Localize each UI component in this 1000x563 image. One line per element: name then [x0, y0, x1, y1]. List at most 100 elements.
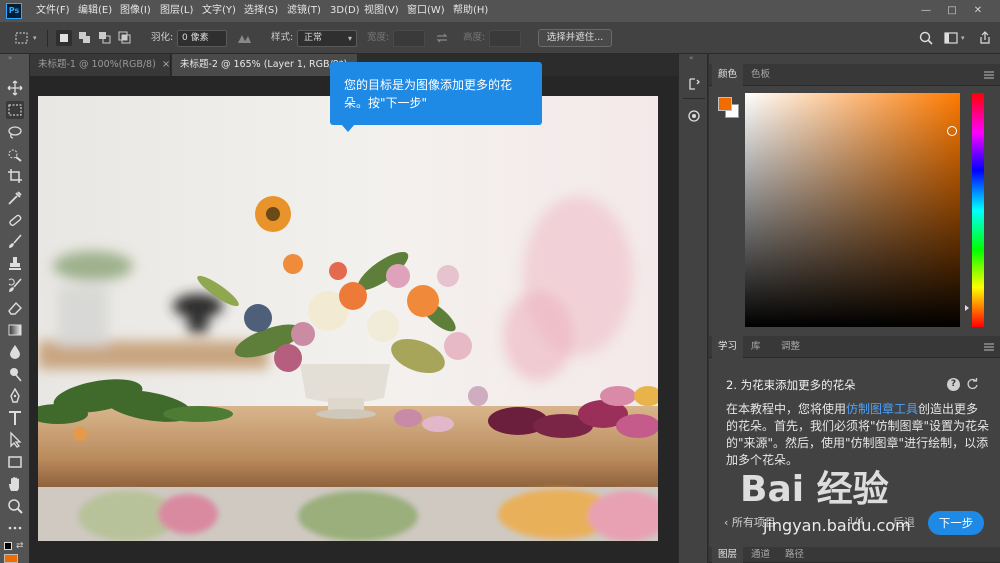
divider [47, 30, 48, 47]
feather-label: 羽化: [151, 32, 174, 43]
search-icon[interactable] [918, 30, 934, 46]
flower-arrangement-photo [38, 96, 658, 541]
hue-slider[interactable] [972, 93, 984, 327]
photoshop-logo: Ps [6, 3, 22, 19]
menu-edit[interactable]: 编辑(E) [78, 0, 112, 22]
menu-image[interactable]: 图像(I) [120, 0, 151, 22]
crop-tool-icon[interactable] [6, 167, 24, 185]
properties-panel-icon[interactable] [686, 108, 702, 124]
workspace-icon[interactable] [943, 30, 959, 46]
feather-input[interactable]: 0 像素 [177, 30, 227, 47]
tab-title: 未标题-2 @ 165% (Layer 1, RGB/8*) [180, 59, 348, 70]
history-brush-tool-icon[interactable] [6, 277, 24, 295]
new-selection-icon[interactable] [56, 30, 72, 46]
chevron-down-icon[interactable]: ▾ [33, 34, 37, 42]
width-label: 宽度: [367, 32, 390, 43]
minimize-button[interactable]: — [916, 2, 936, 20]
tab-paths[interactable]: 路径 [785, 547, 804, 563]
tab-color[interactable]: 颜色 [712, 64, 744, 86]
share-icon[interactable] [977, 30, 993, 46]
hand-tool-icon[interactable] [6, 475, 24, 493]
next-button[interactable]: 下一步 [928, 511, 984, 535]
zoom-tool-icon[interactable] [6, 497, 24, 515]
style-select-value: 正常 [304, 33, 323, 43]
chevron-left-icon: ‹ [724, 516, 732, 529]
tab-document-1[interactable]: 未标题-1 @ 100%(RGB/8) × [30, 54, 171, 76]
color-picker-cursor[interactable] [947, 126, 957, 136]
eraser-tool-icon[interactable] [6, 299, 24, 317]
foreground-color-swatch[interactable] [4, 554, 18, 563]
eyedropper-tool-icon[interactable] [6, 189, 24, 207]
rectangle-tool-icon[interactable] [6, 453, 24, 471]
rectangular-marquee-tool-icon[interactable] [6, 101, 24, 119]
healing-brush-tool-icon[interactable] [6, 211, 24, 229]
more-tools-icon[interactable] [6, 519, 24, 537]
lasso-tool-icon[interactable] [6, 123, 24, 141]
tab-layers[interactable]: 图层 [712, 547, 744, 563]
subtract-selection-icon[interactable] [97, 30, 113, 46]
tab-libraries[interactable]: 库 [751, 336, 761, 358]
menu-select[interactable]: 选择(S) [244, 0, 278, 22]
color-picker-field[interactable] [745, 93, 960, 327]
swap-dimensions-icon[interactable] [434, 30, 450, 46]
tutorial-description: 在本教程中，您将使用仿制图章工具创造出更多的花朵。首先，我们必须将"仿制图章"设… [726, 401, 990, 469]
collapsed-panel-dock: « [678, 54, 708, 563]
collapse-icon[interactable]: « [689, 54, 693, 62]
pen-tool-icon[interactable] [6, 387, 24, 405]
menu-window[interactable]: 窗口(W) [407, 0, 445, 22]
intersect-selection-icon[interactable] [117, 30, 133, 46]
path-selection-tool-icon[interactable] [6, 431, 24, 449]
menu-file[interactable]: 文件(F) [36, 0, 70, 22]
menu-filter[interactable]: 滤镜(T) [287, 0, 321, 22]
panel-menu-icon[interactable] [983, 69, 995, 81]
height-label: 高度: [463, 32, 486, 43]
menu-view[interactable]: 视图(V) [364, 0, 399, 22]
tab-title: 未标题-1 @ 100%(RGB/8) [38, 59, 156, 70]
menu-3d[interactable]: 3D(D) [330, 0, 360, 22]
reset-icon[interactable] [966, 378, 979, 391]
quick-selection-tool-icon[interactable] [6, 145, 24, 163]
style-select[interactable]: 正常 ▾ [297, 30, 357, 47]
blur-tool-icon[interactable] [6, 343, 24, 361]
chevron-down-icon[interactable]: ▾ [961, 34, 965, 42]
document-canvas-image[interactable] [38, 96, 658, 541]
divider [683, 98, 705, 99]
chevron-down-icon: ▾ [347, 34, 352, 43]
panel-menu-icon[interactable] [983, 341, 995, 353]
move-tool-icon[interactable] [6, 79, 24, 97]
tutorial-tooltip: 您的目标是为图像添加更多的花朵。按"下一步" [330, 62, 542, 125]
clone-stamp-tool-link[interactable]: 仿制图章工具 [846, 402, 918, 416]
height-input[interactable] [489, 30, 521, 47]
tab-swatches[interactable]: 色板 [751, 64, 770, 86]
tools-panel: » ⇄ [0, 54, 30, 563]
close-tab-icon[interactable]: × [162, 59, 170, 70]
type-tool-icon[interactable] [6, 409, 24, 427]
swap-colors-icon[interactable]: ⇄ [16, 541, 24, 551]
tab-adjustments[interactable]: 调整 [781, 336, 800, 358]
gradient-tool-icon[interactable] [6, 321, 24, 339]
collapse-icon[interactable]: » [8, 54, 12, 62]
style-label: 样式: [271, 32, 294, 43]
close-window-button[interactable]: ✕ [968, 2, 988, 20]
clone-stamp-tool-icon[interactable] [6, 255, 24, 273]
watermark-url: jingyan.baidu.com [763, 516, 911, 535]
hue-slider-handle[interactable] [965, 305, 969, 311]
brush-tool-icon[interactable] [6, 233, 24, 251]
foreground-color-swatch[interactable] [718, 97, 732, 111]
default-colors-icon[interactable] [4, 542, 12, 550]
tab-learn[interactable]: 学习 [712, 336, 744, 358]
baidu-jingyan-watermark: Bai 经验 [740, 469, 889, 510]
dodge-tool-icon[interactable] [6, 365, 24, 383]
maximize-button[interactable]: □ [942, 2, 962, 20]
marquee-preset-icon[interactable] [14, 30, 30, 46]
select-and-mask-button[interactable]: 选择并遮住... [538, 29, 612, 47]
menu-layer[interactable]: 图层(L) [160, 0, 193, 22]
width-input[interactable] [393, 30, 425, 47]
help-icon[interactable]: ? [947, 378, 960, 391]
add-selection-icon[interactable] [77, 30, 93, 46]
history-panel-icon[interactable] [686, 76, 702, 92]
anti-alias-icon[interactable] [236, 30, 252, 46]
tab-channels[interactable]: 通道 [751, 547, 770, 563]
menu-help[interactable]: 帮助(H) [453, 0, 488, 22]
menu-type[interactable]: 文字(Y) [202, 0, 236, 22]
